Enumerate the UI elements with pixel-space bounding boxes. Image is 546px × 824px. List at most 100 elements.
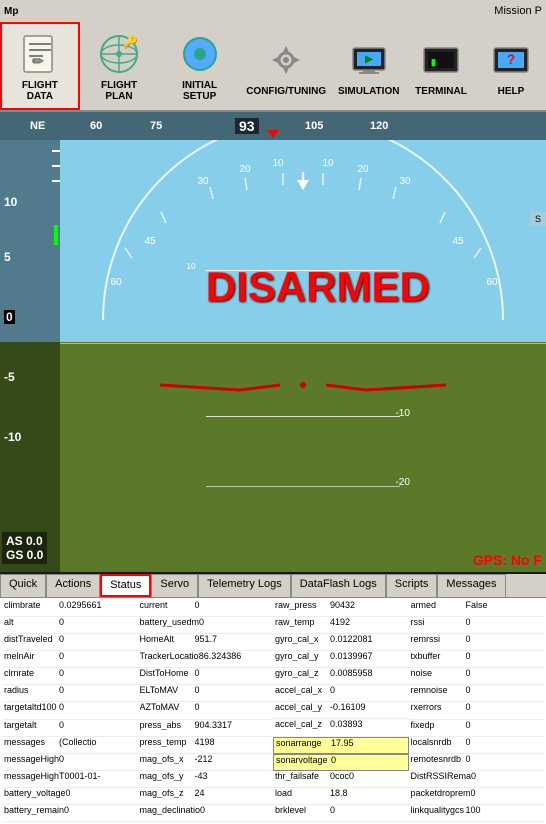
status-row: rxerrors 0 [409,702,545,719]
svg-text:?: ? [507,51,516,67]
tab-scripts[interactable]: Scripts [386,574,438,597]
status-val: 24 [195,788,205,798]
status-val: 0 [59,685,64,695]
status-key: rxerrors [411,702,466,712]
status-val: 0 [195,668,200,678]
tab-messages[interactable]: Messages [437,574,505,597]
nav-flight-data-label: FLIGHT DATA [12,80,68,102]
nav-menu: ✏ FLIGHT DATA 🔑 FLIGHT PLAN + [0,22,546,112]
status-row: gyro_cal_y 0.0139967 [273,651,409,668]
pitch-display: 10 -10 -20 [60,140,546,572]
status-key: climbrate [4,600,59,610]
status-key: messages [4,737,59,747]
status-key: alt [4,617,59,627]
tape-tick [52,165,60,167]
tab-bar: Quick Actions Status Servo Telemetry Log… [0,574,546,598]
nav-help[interactable]: ? HELP [476,22,546,110]
status-val: 0 [59,754,64,764]
status-key: mag_ofs_x [140,754,195,764]
status-val: (Collectio [59,737,97,747]
status-key: current [140,600,195,610]
status-val: -43 [195,771,208,781]
status-key: linkqualitygcs [411,805,466,815]
status-row: battery_voltage 0 [2,788,138,805]
compass-heading: 93 [235,118,259,134]
status-row: battery_remain 0 [2,805,138,822]
status-key: press_temp [140,737,195,747]
simulation-icon: ▶ [345,36,393,84]
top-bar: Mp Mission P [0,0,546,22]
status-row: press_abs 904.3317 [138,720,274,737]
status-key: messageHigh [4,754,59,764]
initial-setup-icon: + [176,30,224,78]
status-key: messageHighT [4,771,65,781]
status-row: mag_ofs_x -212 [138,754,274,771]
status-key: raw_press [275,600,330,610]
status-val: -0.16109 [330,702,366,712]
tab-status[interactable]: Status [100,574,151,597]
status-val: 0.03893 [330,719,363,729]
status-row: messageHigh 0 [2,754,138,771]
status-key: packetdroprem [411,788,471,798]
status-row: accel_cal_z 0.03893 [273,719,409,736]
status-val: 0 [466,737,471,747]
status-val: 0.0122081 [330,634,373,644]
pitch-minus20 [206,486,400,487]
status-val: 0.0295661 [59,600,102,610]
status-row: packetdroprem 0 [409,788,545,805]
status-key: TrackerLocatio [140,651,199,661]
status-row: DistToHome 0 [138,668,274,685]
status-row: remotesnrdb 0 [409,754,545,771]
aircraft-wings [60,365,546,405]
status-key: accel_cal_x [275,685,330,695]
tab-telemetry-logs[interactable]: Telemetry Logs [198,574,291,597]
status-key: mag_ofs_z [140,788,195,798]
status-row: rssi 0 [409,617,545,634]
status-val: 0 [195,600,200,610]
status-row: gyro_cal_z 0.0085958 [273,668,409,685]
status-row: press_temp 4198 [138,737,274,754]
compass-triangle-marker [267,130,279,138]
status-row: remnoise 0 [409,685,545,702]
status-key: sonarvoltage [276,755,331,765]
status-row: AZToMAV 0 [138,702,274,719]
tab-quick[interactable]: Quick [0,574,46,597]
status-row: mag_ofs_y -43 [138,771,274,788]
nav-flight-plan[interactable]: 🔑 FLIGHT PLAN [80,22,159,110]
nav-config-tuning[interactable]: CONFIG/TUNING [241,22,331,110]
nav-help-label: HELP [498,86,525,97]
nav-simulation[interactable]: ▶ SIMULATION [331,22,406,110]
nav-simulation-label: SIMULATION [338,86,399,97]
status-row: DistRSSIRema 0 [409,771,545,788]
nav-terminal[interactable]: _ ▮ TERMINAL [406,22,476,110]
status-key: DistToHome [140,668,195,678]
airspeed-tape: 10 5 0 -5 -10 [0,140,60,572]
nav-initial-setup[interactable]: + INITIAL SETUP [158,22,241,110]
status-row: noise 0 [409,668,545,685]
status-row: localsnrdb 0 [409,737,545,754]
tab-dataflash-logs[interactable]: DataFlash Logs [291,574,386,597]
status-row: accel_cal_x 0 [273,685,409,702]
right-indicator: S [530,212,546,226]
arm-status: DISARMED [206,263,430,311]
status-sonarvoltage-row: sonarvoltage 0 [273,754,409,771]
status-val: 17.95 [331,738,354,748]
compass-75: 75 [150,120,162,132]
compass-105: 105 [305,120,323,132]
tab-servo[interactable]: Servo [151,574,198,597]
nav-config-tuning-label: CONFIG/TUNING [246,86,326,97]
status-row: radius 0 [2,685,138,702]
status-row: brklevel 0 [273,805,409,822]
tape-0: 0 [4,310,15,324]
nav-flight-data[interactable]: ✏ FLIGHT DATA [0,22,80,110]
pitch-minus20-label: -20 [395,477,409,488]
tab-actions[interactable]: Actions [46,574,100,597]
status-val: 4198 [195,737,215,747]
status-val: False [466,600,488,610]
status-key: targetaltd100 [4,702,59,712]
status-key: noise [411,668,466,678]
flight-data-icon: ✏ [16,30,64,78]
status-key: localsnrdb [411,737,466,747]
status-key: fixedp [411,720,466,730]
tape-10: 10 [4,195,17,209]
